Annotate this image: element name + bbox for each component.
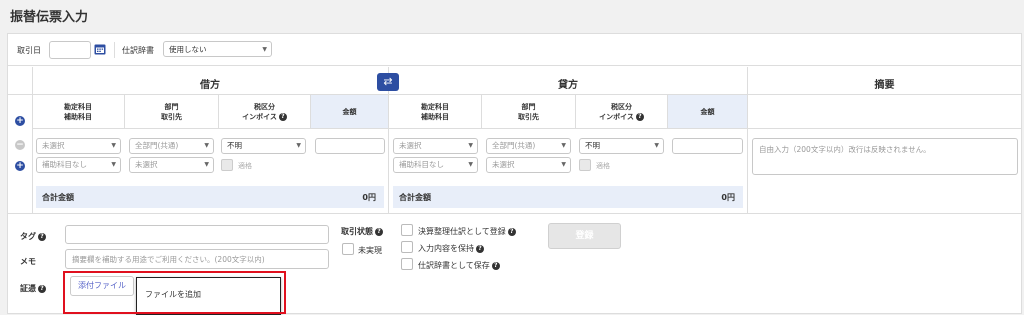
settlement-checkbox[interactable]	[401, 224, 413, 236]
unrealized-checkbox[interactable]	[342, 243, 354, 255]
debit-account-select[interactable]: 未選択 ▼	[36, 138, 121, 154]
credit-qualified-checkbox[interactable]	[579, 159, 591, 171]
debit-amount-input[interactable]	[315, 138, 385, 154]
calendar-icon[interactable]	[94, 43, 106, 55]
remove-row-icon[interactable]: −	[15, 140, 25, 150]
keep-input-label: 入力内容を保持?	[418, 243, 484, 254]
credit-col-tax: 税区分 インボイス?	[576, 102, 667, 122]
add-row-icon[interactable]: +	[15, 161, 25, 171]
debit-col-account: 勘定科目 補助科目	[64, 103, 92, 121]
chevron-down-icon: ▼	[654, 142, 659, 149]
status-label: 取引状態?	[341, 226, 383, 237]
add-row-icon[interactable]: +	[15, 116, 25, 126]
debit-total-value: 0円	[362, 193, 376, 202]
page-title: 振替伝票入力	[10, 10, 89, 25]
help-icon: ?	[375, 227, 383, 236]
help-icon: ?	[38, 232, 46, 241]
journal-dict-select[interactable]: 使用しない ▼	[163, 41, 272, 57]
debit-dept-select[interactable]: 全部門(共通) ▼	[129, 138, 214, 154]
credit-col-dept: 部門 取引先	[518, 103, 539, 121]
voucher-panel: 取引日 仕訳辞書 使用しない ▼ 借方 貸方 摘要 ⇄ 勘定科目 補助科目 部門 取引…	[7, 33, 1022, 315]
debit-total-row: 合計金額 0円	[36, 186, 384, 208]
debit-heading: 借方	[200, 80, 220, 91]
highlight-box	[63, 271, 286, 314]
chevron-down-icon: ▼	[468, 161, 473, 168]
debit-partner-select[interactable]: 未選択 ▼	[129, 157, 214, 173]
settlement-label: 決算整理仕訳として登録?	[418, 226, 516, 237]
chevron-down-icon: ▼	[468, 142, 473, 149]
save-dict-label: 仕訳辞書として保存?	[418, 260, 500, 271]
credit-amount-input[interactable]	[672, 138, 743, 154]
memo-label: メモ	[20, 257, 36, 266]
chevron-down-icon: ▼	[204, 161, 209, 168]
credit-total-value: 0円	[721, 193, 735, 202]
credit-qualified-label: 適格	[596, 162, 610, 170]
summary-textarea[interactable]: 自由入力（200文字以内）改行は反映されません。	[752, 138, 1018, 175]
help-icon: ?	[278, 113, 287, 121]
date-label: 取引日	[17, 46, 41, 55]
chevron-down-icon: ▼	[204, 142, 209, 149]
credit-partner-select[interactable]: 未選択 ▼	[486, 157, 571, 173]
date-input[interactable]	[49, 41, 91, 59]
help-icon: ?	[635, 113, 644, 121]
credit-account-select[interactable]: 未選択 ▼	[393, 138, 478, 154]
help-icon: ?	[38, 284, 46, 293]
debit-qualified-checkbox[interactable]	[221, 159, 233, 171]
chevron-down-icon: ▼	[296, 142, 301, 149]
debit-qualified-label: 適格	[238, 162, 252, 170]
unrealized-label: 未実現	[358, 246, 382, 255]
credit-total-row: 合計金額 0円	[393, 186, 743, 208]
debit-col-tax: 税区分 インボイス?	[219, 102, 310, 122]
journal-dict-value: 使用しない	[169, 45, 207, 54]
evidence-label: 証憑?	[20, 283, 46, 294]
credit-col-amount: 金額	[700, 108, 715, 116]
chevron-down-icon: ▼	[262, 46, 267, 53]
debit-tax-select[interactable]: 不明 ▼	[221, 138, 306, 154]
journal-dict-label: 仕訳辞書	[122, 46, 154, 55]
chevron-down-icon: ▼	[561, 142, 566, 149]
chevron-down-icon: ▼	[561, 161, 566, 168]
help-icon: ?	[507, 227, 516, 236]
top-bar: 取引日 仕訳辞書 使用しない ▼	[8, 34, 1021, 66]
credit-dept-select[interactable]: 全部門(共通) ▼	[486, 138, 571, 154]
swap-icon[interactable]: ⇄	[377, 73, 399, 91]
keep-input-checkbox[interactable]	[401, 241, 413, 253]
credit-total-label: 合計金額	[399, 193, 431, 202]
tag-label: タグ?	[20, 231, 46, 242]
debit-col-dept: 部門 取引先	[161, 103, 182, 121]
debit-col-amount: 金額	[342, 108, 357, 116]
chevron-down-icon: ▼	[111, 142, 116, 149]
help-icon: ?	[476, 244, 484, 253]
save-dict-checkbox[interactable]	[401, 258, 413, 270]
tag-input[interactable]	[65, 225, 329, 244]
debit-total-label: 合計金額	[42, 193, 74, 202]
summary-heading: 摘要	[874, 80, 895, 91]
help-icon: ?	[491, 261, 500, 270]
credit-heading: 貸方	[558, 80, 578, 91]
register-button[interactable]: 登録	[548, 223, 621, 249]
debit-sub-account-select[interactable]: 補助科目なし ▼	[36, 157, 121, 173]
credit-tax-select[interactable]: 不明 ▼	[579, 138, 664, 154]
credit-sub-account-select[interactable]: 補助科目なし ▼	[393, 157, 478, 173]
chevron-down-icon: ▼	[111, 161, 116, 168]
memo-textarea[interactable]: 摘要欄を補助する用途でご利用ください。(200文字以内)	[65, 249, 329, 269]
credit-col-account: 勘定科目 補助科目	[421, 103, 449, 121]
